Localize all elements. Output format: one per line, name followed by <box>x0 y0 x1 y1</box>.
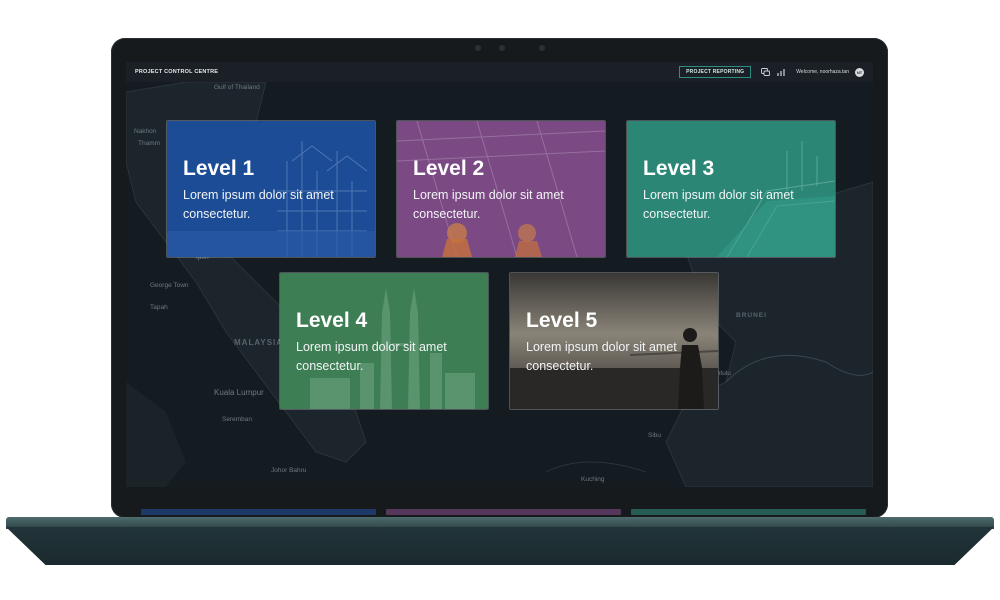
map-label: Kuching <box>581 476 605 483</box>
card-title: Level 2 <box>413 157 485 180</box>
user-avatar-icon[interactable]: NT <box>855 67 864 77</box>
webcam-dot <box>499 45 505 51</box>
card-title: Level 1 <box>183 157 255 180</box>
map-label: Tapah <box>150 304 168 311</box>
welcome-text: Welcome, noorhaza.tan <box>796 69 849 75</box>
level-4-card[interactable]: Level 4 Lorem ipsum dolor sit amet conse… <box>279 272 489 410</box>
level-3-card[interactable]: Level 3 Lorem ipsum dolor sit amet conse… <box>626 120 836 258</box>
level-1-card[interactable]: Level 1 Lorem ipsum dolor sit amet conse… <box>166 120 376 258</box>
map-label: Gulf of Thailand <box>214 84 260 91</box>
card-description: Lorem ipsum dolor sit amet consectetur. <box>413 188 564 221</box>
map-label: Sibu <box>648 432 662 439</box>
laptop-base <box>6 509 994 565</box>
screen: Gulf of Thailand Nakhon Thamm George Tow… <box>126 62 873 487</box>
top-bar: PROJECT CONTROL CENTRE PROJECT REPORTING… <box>126 62 873 82</box>
screen-reflection <box>631 509 866 515</box>
laptop-body <box>6 527 994 565</box>
sensor-dot <box>539 45 545 51</box>
map-label: George Town <box>150 282 189 289</box>
card-description: Lorem ipsum dolor sit amet consectetur. <box>296 340 447 373</box>
map-label: BRUNEI <box>736 312 767 319</box>
map-label: Nakhon <box>134 128 157 135</box>
level-2-card[interactable]: Level 2 Lorem ipsum dolor sit amet conse… <box>396 120 606 258</box>
map-label: Thamm <box>138 140 161 147</box>
chat-icon[interactable] <box>761 67 771 77</box>
card-description: Lorem ipsum dolor sit amet consectetur. <box>643 188 794 221</box>
app-title: PROJECT CONTROL CENTRE <box>135 69 219 75</box>
card-description: Lorem ipsum dolor sit amet consectetur. <box>183 188 334 221</box>
analytics-icon[interactable] <box>777 68 786 77</box>
card-title: Level 5 <box>526 309 598 332</box>
screen-reflection <box>141 509 376 515</box>
screen-reflection <box>386 509 621 515</box>
card-title: Level 3 <box>643 157 715 180</box>
project-reporting-button[interactable]: PROJECT REPORTING <box>679 66 752 78</box>
card-title: Level 4 <box>296 309 368 332</box>
card-description: Lorem ipsum dolor sit amet consectetur. <box>526 340 677 373</box>
map-label: Johor Bahru <box>271 467 307 474</box>
level-5-card[interactable]: Level 5 Lorem ipsum dolor sit amet conse… <box>509 272 719 410</box>
map-label: Kuala Lumpur <box>214 388 264 397</box>
map-label: Seremban <box>222 416 252 423</box>
map-label: MALAYSIA <box>234 338 284 347</box>
sensor-dot <box>475 45 481 51</box>
